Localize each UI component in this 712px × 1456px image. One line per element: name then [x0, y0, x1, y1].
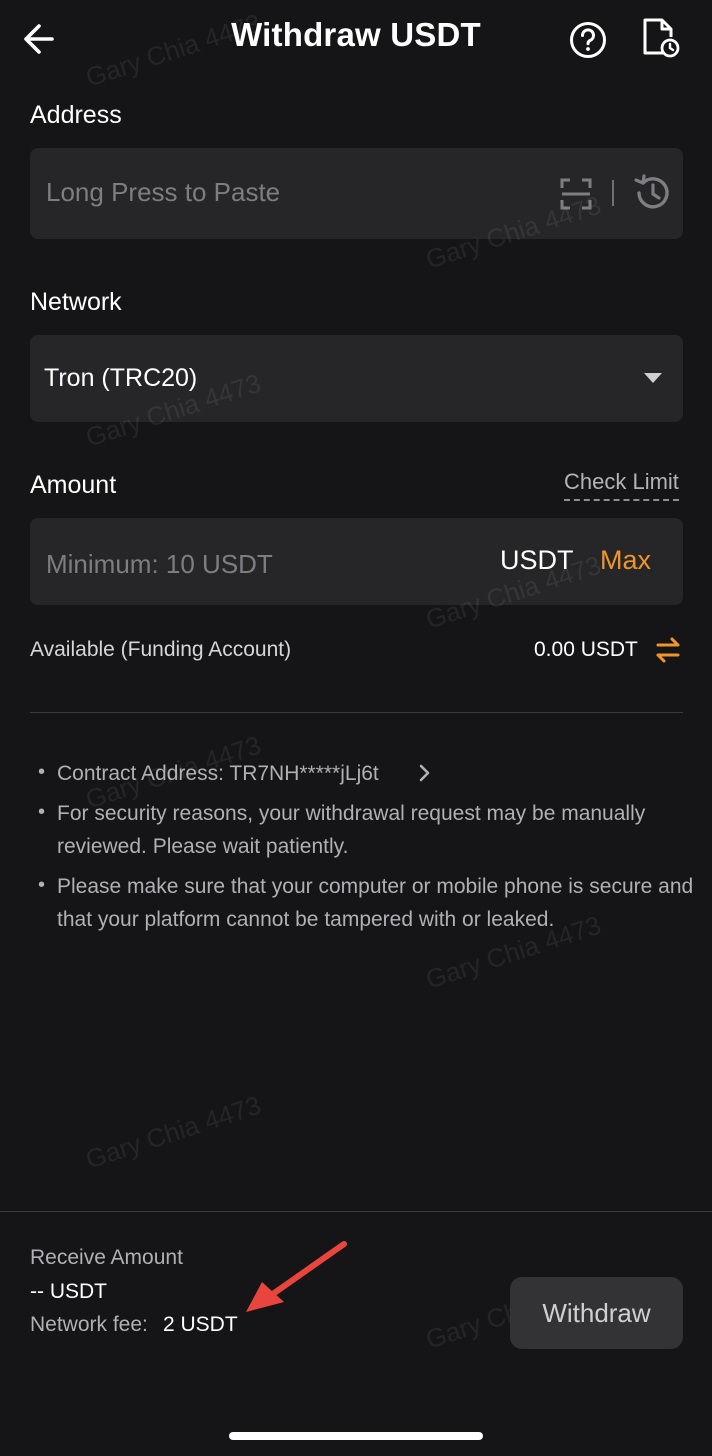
bullet-dot: •	[38, 801, 46, 823]
history-icon	[634, 174, 669, 209]
caret-down-icon	[644, 373, 662, 383]
device-security-note: Please make sure that your computer or m…	[57, 875, 694, 931]
available-label: Available (Funding Account)	[30, 638, 292, 661]
bullet-dot: •	[38, 874, 46, 896]
withdraw-records-button[interactable]	[638, 16, 682, 60]
network-fee-label: Network fee:	[30, 1313, 148, 1336]
section-divider	[30, 712, 683, 713]
amount-label: Amount	[30, 471, 117, 499]
annotation-arrow-icon	[246, 1241, 347, 1312]
address-history-button[interactable]	[632, 172, 674, 214]
question-circle-icon	[570, 22, 606, 58]
available-value: 0.00 USDT	[534, 638, 638, 661]
check-limit-link[interactable]: Check Limit	[564, 469, 679, 501]
receive-amount-value: -- USDT	[30, 1280, 107, 1303]
network-fee-value: 2 USDT	[163, 1313, 238, 1336]
max-button[interactable]: Max	[600, 545, 651, 576]
receive-amount-label: Receive Amount	[30, 1246, 183, 1269]
watermark: Gary Chia 4473	[82, 1089, 265, 1175]
withdraw-button[interactable]: Withdraw	[510, 1277, 683, 1349]
amount-placeholder: Minimum: 10 USDT	[46, 549, 273, 579]
bullet-dot: •	[38, 761, 46, 783]
transfer-button[interactable]	[654, 636, 682, 664]
address-label: Address	[30, 101, 122, 129]
network-label: Network	[30, 288, 122, 316]
footer-divider	[0, 1211, 712, 1212]
field-divider	[612, 180, 614, 206]
security-note: For security reasons, your withdrawal re…	[57, 802, 646, 858]
document-clock-icon	[643, 18, 680, 58]
network-value: Tron (TRC20)	[44, 364, 198, 392]
chevron-right-icon[interactable]	[416, 762, 434, 784]
help-button[interactable]	[568, 20, 608, 60]
home-indicator	[229, 1432, 483, 1440]
address-placeholder: Long Press to Paste	[46, 177, 281, 207]
transfer-icon	[656, 637, 680, 663]
